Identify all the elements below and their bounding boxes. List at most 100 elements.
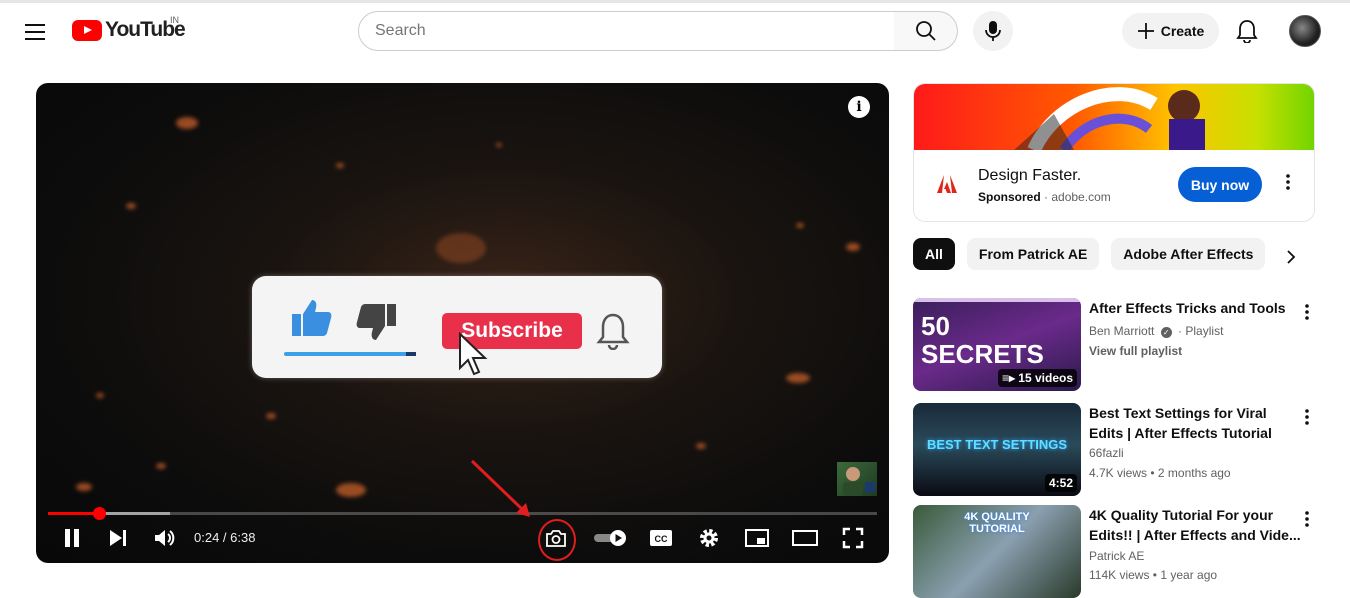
particle	[846, 243, 860, 251]
video-thumbnail[interactable]: 4K QUALITY TUTORIAL	[913, 505, 1081, 598]
create-label: Create	[1160, 23, 1205, 39]
video-title[interactable]: After Effects Tricks and Tools	[1089, 298, 1301, 318]
particle	[336, 163, 344, 168]
more-options-icon[interactable]	[1297, 407, 1317, 427]
skip-next-icon	[110, 530, 126, 546]
channel-name[interactable]: Ben Marriott	[1089, 324, 1154, 338]
channel-line: Ben Marriott ✓ · Playlist	[1089, 324, 1223, 338]
particle	[696, 443, 706, 449]
playlist-icon: ≡▸	[1001, 371, 1019, 385]
volume-button[interactable]	[150, 524, 180, 552]
search-icon	[915, 21, 936, 41]
create-button[interactable]: Create	[1122, 13, 1219, 49]
channel-name[interactable]: 66fazli	[1089, 446, 1124, 460]
account-avatar[interactable]	[1289, 15, 1321, 47]
pause-button[interactable]	[58, 524, 86, 552]
particle	[786, 373, 810, 383]
cursor-icon	[459, 332, 488, 376]
video-thumbnail[interactable]: BEST TEXT SETTINGS 4:52	[913, 403, 1081, 496]
video-meta: 114K views • 1 year ago	[1089, 568, 1218, 582]
sponsored-ad[interactable]: Design Faster. Sponsored · adobe.com Buy…	[913, 83, 1315, 222]
thumbs-up-icon	[292, 300, 332, 336]
particle	[176, 117, 198, 129]
buy-now-button[interactable]: Buy now	[1178, 167, 1262, 202]
autoplay-toggle-icon	[594, 530, 626, 546]
miniplayer-icon	[745, 529, 769, 547]
thumbnail-text: BEST TEXT SETTINGS	[926, 437, 1068, 452]
channel-watermark[interactable]	[837, 462, 877, 496]
ad-title[interactable]: Design Faster.	[978, 167, 1081, 185]
played-bar	[48, 512, 100, 515]
video-thumbnail[interactable]: 50 SECRETS ≡▸ 15 videos	[913, 298, 1081, 391]
menu-button[interactable]	[16, 12, 56, 52]
search-button[interactable]	[894, 11, 958, 51]
chips-next-button[interactable]	[1278, 244, 1304, 270]
scrubber-handle[interactable]	[93, 507, 107, 520]
subscribe-overlay: Subscribe	[252, 276, 662, 378]
list-item[interactable]: 4K QUALITY TUTORIAL 4K Quality Tutorial …	[913, 505, 1333, 598]
particle	[126, 203, 136, 209]
list-item[interactable]: BEST TEXT SETTINGS 4:52 Best Text Settin…	[913, 403, 1333, 496]
more-options-icon[interactable]	[1297, 509, 1317, 529]
playlist-count-badge: ≡▸ 15 videos	[997, 369, 1077, 387]
video-meta: 4.7K views • 2 months ago	[1089, 466, 1231, 480]
volume-icon	[155, 530, 175, 546]
more-options-icon[interactable]	[1278, 172, 1298, 192]
info-icon[interactable]: i	[848, 96, 870, 118]
ad-banner[interactable]	[914, 84, 1314, 154]
miniplayer-button[interactable]	[742, 524, 772, 552]
top-border	[0, 0, 1350, 3]
chip-from-patrick-ae[interactable]: From Patrick AE	[966, 238, 1100, 270]
theater-icon	[792, 530, 818, 546]
captions-icon: CC	[650, 530, 672, 546]
ad-domain: adobe.com	[1051, 190, 1111, 204]
channel-suffix: Playlist	[1185, 324, 1224, 338]
plus-icon	[1137, 23, 1154, 39]
channel-name[interactable]: Patrick AE	[1089, 549, 1144, 563]
particle	[96, 393, 104, 398]
particle	[796, 223, 804, 228]
search-input[interactable]	[375, 22, 894, 40]
ad-meta: Sponsored · adobe.com	[978, 190, 1111, 204]
chevron-right-icon	[1287, 250, 1296, 264]
playlist-stack	[913, 298, 1081, 302]
watermark-person-icon	[843, 467, 875, 496]
notifications-button[interactable]	[1227, 11, 1267, 51]
fullscreen-button[interactable]	[838, 524, 868, 552]
thumbnail-text: 50 SECRETS	[921, 311, 1044, 369]
more-options-icon[interactable]	[1297, 302, 1317, 322]
autoplay-toggle[interactable]	[590, 524, 630, 552]
ad-banner-art	[1014, 87, 1205, 154]
youtube-logo[interactable]: YouTube IN	[72, 15, 186, 42]
search-box[interactable]	[358, 11, 895, 51]
hamburger-icon	[25, 24, 45, 40]
next-button[interactable]	[104, 524, 132, 552]
video-title[interactable]: Best Text Settings for Viral Edits | Aft…	[1089, 403, 1301, 443]
bell-icon	[1236, 20, 1258, 43]
thumbs-down-icon	[356, 304, 396, 340]
video-player[interactable]: i Subscribe 0:24 / 6:38 CC	[36, 83, 889, 563]
captions-button[interactable]: CC	[646, 524, 676, 552]
chip-all[interactable]: All	[913, 238, 955, 270]
thumbnail-text: 4K QUALITY TUTORIAL	[964, 511, 1030, 535]
view-playlist-link[interactable]: View full playlist	[1089, 344, 1182, 358]
red-arrow-annotation	[470, 459, 530, 517]
settings-button[interactable]	[694, 524, 724, 552]
svg-text:CC: CC	[655, 534, 668, 544]
list-item[interactable]: 50 SECRETS ≡▸ 15 videos After Effects Tr…	[913, 298, 1333, 391]
filter-chips: All From Patrick AE Adobe After Effects	[913, 238, 1266, 270]
particle	[336, 483, 366, 497]
particle	[156, 463, 166, 469]
voice-search-button[interactable]	[973, 11, 1013, 51]
chip-adobe-after-effects[interactable]: Adobe After Effects	[1111, 238, 1266, 270]
duration-badge: 4:52	[1044, 474, 1077, 492]
progress-bar[interactable]	[48, 507, 877, 520]
video-title[interactable]: 4K Quality Tutorial For your Edits!! | A…	[1089, 505, 1301, 545]
verified-icon: ✓	[1160, 327, 1172, 338]
bell-outline-icon	[596, 313, 630, 350]
country-code: IN	[170, 15, 179, 25]
like-underline	[284, 352, 416, 356]
theater-mode-button[interactable]	[790, 524, 820, 552]
particle	[76, 483, 92, 491]
fullscreen-icon	[842, 527, 864, 549]
